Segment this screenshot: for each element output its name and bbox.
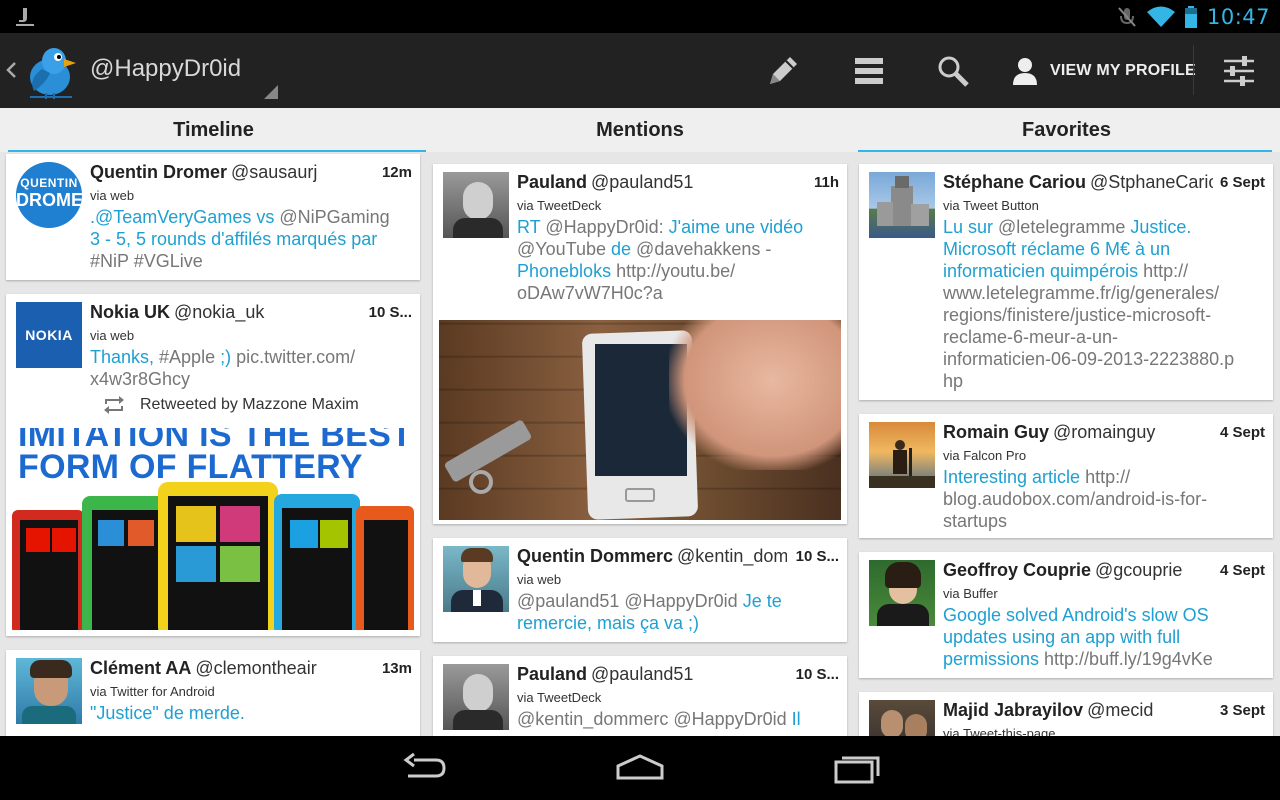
favorites-column[interactable]: Stéphane Cariou@StphaneCariou 6 Sept via… [853, 152, 1280, 736]
tweet-via: via web [90, 188, 135, 203]
navigation-bar [0, 736, 1280, 800]
tab-favorites[interactable]: Favorites [853, 108, 1280, 152]
tweet-via: via TweetDeck [517, 690, 602, 705]
tweet-text[interactable]: @pauland51 @HappyDr0id Je te remercie, m… [517, 590, 839, 634]
tweet-header: Pauland @pauland51 [517, 172, 694, 192]
tweet-header: Quentin Dromer @sausaurj [90, 162, 318, 182]
tweet-time: 10 S... [791, 548, 839, 565]
filter-icon [1224, 55, 1254, 86]
tweet-card[interactable]: Geoffroy Couprie @gcouprie 4 Sept via Buf… [859, 552, 1273, 678]
view-profile-button[interactable]: VIEW MY PROFILE [1010, 33, 1196, 108]
wifi-icon [1146, 6, 1175, 27]
column-tabs: Timeline Mentions Favorites [0, 108, 1280, 152]
tab-mentions[interactable]: Mentions [427, 108, 853, 152]
tweet-text[interactable]: @kentin_dommerc @HappyDr0id Il [517, 708, 839, 730]
tweet-text[interactable]: Google solved Android's slow OS updates u… [943, 604, 1265, 670]
list-icon [855, 57, 883, 84]
tweet-card[interactable]: Majid Jabrayilov @mecid 3 Sept via Tweet-… [859, 692, 1273, 736]
tweet-card[interactable]: Stéphane Cariou@StphaneCariou 6 Sept via… [859, 164, 1273, 400]
avatar[interactable] [869, 700, 935, 736]
back-icon[interactable] [400, 750, 448, 786]
tweet-time: 12m [377, 164, 412, 181]
tweet-text[interactable]: Interesting article http://blog.audobox.… [943, 466, 1265, 532]
tweet-card[interactable]: Clément AA @clemontheair 13m via Twitter … [6, 650, 420, 736]
avatar[interactable] [443, 546, 509, 612]
avatar[interactable] [869, 422, 935, 488]
avatar[interactable] [869, 172, 935, 238]
tweet-card[interactable]: QUENTIN DROMER Quentin Dromer@sausaurj 1… [6, 154, 420, 280]
tweet-card[interactable]: NOKIA Nokia UK @nokia_uk 10 S... via web … [6, 294, 420, 636]
lists-button[interactable] [838, 33, 900, 108]
tweet-header: Quentin Dommerc@kentin_dommerc [517, 546, 787, 566]
filter-button[interactable] [1208, 33, 1270, 108]
notification-icon [16, 8, 34, 26]
back-chevron-icon[interactable] [4, 57, 18, 83]
account-selector[interactable]: @HappyDr0id [90, 55, 241, 83]
tweet-text[interactable]: Lu sur @letelegramme Justice. Microsoft r… [943, 216, 1269, 392]
tweet-time: 13m [377, 660, 412, 677]
tweet-via: via web [90, 328, 135, 343]
tweet-text[interactable]: RT @HappyDr0id: J'aime une vidéo @YouTube… [517, 216, 839, 304]
compose-icon [770, 56, 797, 84]
view-profile-label: VIEW MY PROFILE [1050, 61, 1196, 79]
compose-button[interactable] [752, 33, 814, 108]
avatar[interactable]: QUENTIN DROMER [16, 162, 82, 228]
tweet-text[interactable]: Thanks, #Apple ;) pic.twitter.com/x4w3r8… [90, 346, 412, 390]
tweet-time: 3 Sept [1215, 702, 1265, 719]
tweet-time: 10 S... [364, 304, 412, 321]
avatar[interactable] [443, 172, 509, 238]
action-divider [1193, 45, 1194, 95]
tweet-time: 11h [809, 174, 839, 191]
battery-icon [1184, 5, 1197, 28]
search-button[interactable] [922, 33, 984, 108]
retweet-icon [104, 396, 124, 414]
tab-timeline[interactable]: Timeline [0, 108, 427, 152]
tweet-via: via web [517, 572, 562, 587]
tweet-via: via Falcon Pro [943, 448, 1027, 463]
tweet-header: Stéphane Cariou@StphaneCariou [943, 172, 1213, 192]
account-spinner-indicator[interactable] [264, 85, 278, 99]
tweet-time: 6 Sept [1215, 174, 1265, 191]
tweet-card[interactable]: Pauland @pauland51 10 S... via TweetDeck … [433, 656, 847, 736]
tweet-card[interactable]: Quentin Dommerc@kentin_dommerc 10 S... v… [433, 538, 847, 642]
bird-logo-icon[interactable] [20, 39, 80, 101]
tweet-header: Nokia UK @nokia_uk [90, 302, 265, 322]
tweet-via: via TweetDeck [517, 198, 602, 213]
search-icon [938, 56, 969, 87]
tweet-text[interactable]: .@TeamVeryGames vs @NiPGaming 3 - 5, 5 r… [90, 206, 412, 272]
tweet-via: via Tweet Button [943, 198, 1039, 213]
recent-apps-icon[interactable] [832, 750, 884, 786]
avatar[interactable]: NOKIA [16, 302, 82, 368]
tweet-text[interactable]: "Justice" de merde. [90, 702, 412, 724]
tweet-via: via Buffer [943, 586, 998, 601]
home-icon[interactable] [614, 750, 666, 786]
mentions-column[interactable]: Pauland @pauland51 11h via TweetDeck RT @… [427, 152, 853, 736]
clock: 10:47 [1206, 4, 1270, 29]
tweet-via: via Tweet-this-page [943, 726, 1056, 736]
tweet-via: via Twitter for Android [90, 684, 215, 699]
tweet-media-image[interactable]: IMITATION IS THE BEST FORM OF FLATTERY [12, 428, 414, 630]
timeline-column[interactable]: QUENTIN DROMER Quentin Dromer@sausaurj 1… [0, 152, 427, 736]
tweet-time: 4 Sept [1215, 424, 1265, 441]
tweet-header: Clément AA @clemontheair [90, 658, 317, 678]
mute-icon [1118, 6, 1136, 27]
tweet-time: 4 Sept [1215, 562, 1265, 579]
avatar[interactable] [16, 658, 82, 724]
tweet-media-image[interactable] [439, 320, 841, 520]
tweet-card[interactable]: Pauland @pauland51 11h via TweetDeck RT @… [433, 164, 847, 524]
action-bar: @HappyDr0id VIEW MY PROFILE [0, 33, 1280, 108]
status-bar: 10:47 [0, 0, 1280, 33]
tweet-card[interactable]: Romain Guy @romainguy 4 Sept via Falcon P… [859, 414, 1273, 538]
avatar[interactable] [869, 560, 935, 626]
avatar[interactable] [443, 664, 509, 730]
user-icon [1013, 57, 1037, 85]
tweet-columns: QUENTIN DROMER Quentin Dromer@sausaurj 1… [0, 152, 1280, 736]
tweet-time: 10 S... [791, 666, 839, 683]
retweet-indicator: Retweeted by Mazzone Maxim [102, 396, 359, 414]
